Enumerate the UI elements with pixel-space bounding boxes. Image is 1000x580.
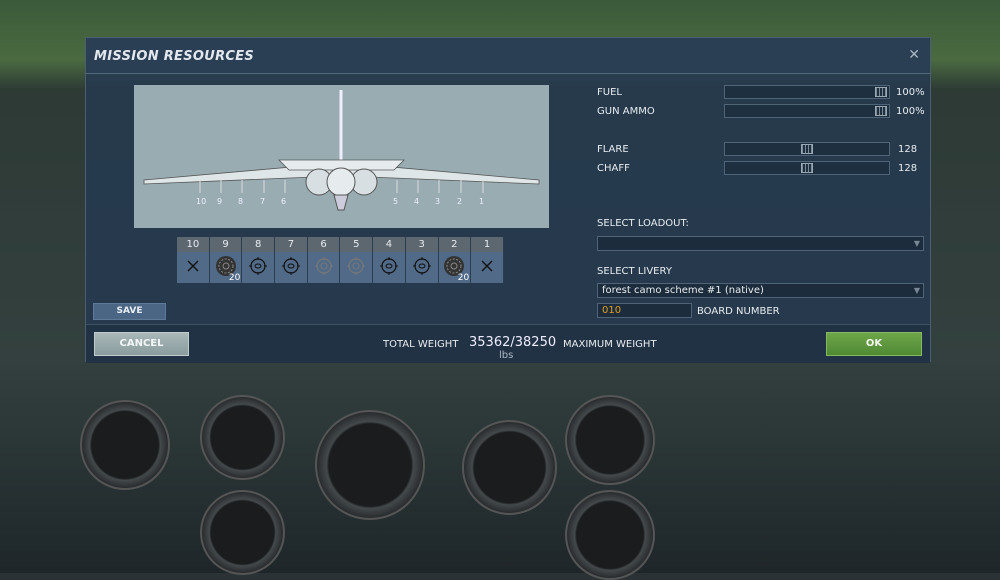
save-button[interactable]: SAVE (93, 303, 166, 320)
pylon-label: 5 (393, 197, 399, 206)
station-slot[interactable]: 20 (209, 252, 242, 283)
weight-readout: 35362/38250 (469, 335, 556, 350)
station-number: 9 (209, 237, 242, 252)
station-3[interactable]: 3 (405, 237, 439, 283)
station-number: 10 (177, 237, 209, 252)
station-quantity: 20 (457, 273, 470, 283)
pylon-label: 9 (217, 197, 223, 206)
pylon-label: 8 (238, 197, 244, 206)
flare-slider[interactable] (724, 142, 890, 156)
station-slot[interactable] (177, 252, 209, 283)
slider-thumb[interactable] (875, 106, 887, 116)
pylon-label: 3 (435, 197, 441, 206)
livery-select[interactable]: forest camo scheme #1 (native) ▼ (597, 283, 924, 298)
station-slot[interactable] (373, 252, 405, 283)
station-8[interactable]: 8 (242, 237, 276, 283)
select-loadout-label: SELECT LOADOUT: (597, 218, 689, 229)
gun-ammo-label: GUN AMMO (597, 106, 655, 117)
select-livery-label: SELECT LIVERY (597, 266, 672, 277)
board-number-input[interactable]: 010 (597, 303, 692, 318)
fuel-tank-icon (346, 256, 366, 280)
station-9[interactable]: 9 20 (209, 237, 243, 283)
station-number: 4 (373, 237, 405, 252)
livery-value: forest camo scheme #1 (native) (602, 285, 764, 296)
empty-pylon-icon (186, 258, 200, 277)
gauge (200, 395, 285, 480)
pylon-label: 7 (260, 197, 266, 206)
station-slot[interactable] (405, 252, 438, 283)
station-10[interactable]: 10 (177, 237, 210, 283)
bomb-icon (379, 256, 399, 280)
pylon-label: 4 (414, 197, 420, 206)
bomb-icon (281, 256, 301, 280)
fuel-tank-icon (314, 256, 334, 280)
max-weight-value: 38250 (514, 335, 557, 350)
slider-thumb[interactable] (875, 87, 887, 97)
chevron-down-icon: ▼ (913, 286, 920, 295)
close-icon[interactable]: ✕ (908, 47, 920, 63)
gun-ammo-slider[interactable] (724, 104, 890, 118)
flare-label: FLARE (597, 144, 629, 155)
bomb-icon (248, 256, 268, 280)
pylon-label: 6 (281, 197, 287, 206)
station-number: 5 (340, 237, 373, 252)
weight-unit: lbs (499, 350, 514, 361)
chaff-value: 128 (898, 163, 918, 174)
station-slot[interactable] (471, 252, 503, 283)
aircraft-front-silhouette (143, 90, 540, 211)
station-slot[interactable] (307, 252, 340, 283)
board-number-label: BOARD NUMBER (697, 306, 780, 317)
station-slot[interactable] (340, 252, 373, 283)
station-number: 1 (471, 237, 503, 252)
total-weight-label: TOTAL WEIGHT (383, 339, 459, 350)
loadout-select[interactable]: ▼ (597, 236, 924, 251)
gauge (565, 395, 655, 485)
gauge (462, 420, 557, 515)
slider-thumb[interactable] (801, 163, 813, 173)
pylon-label: 1 (479, 197, 485, 206)
pylon-label: 2 (457, 197, 463, 206)
gauge (200, 490, 285, 575)
flare-value: 128 (898, 144, 918, 155)
station-number: 3 (405, 237, 438, 252)
fuel-value: 100% (896, 87, 925, 98)
station-2[interactable]: 2 20 (438, 237, 472, 283)
chaff-label: CHAFF (597, 163, 630, 174)
empty-pylon-icon (480, 258, 494, 277)
station-4[interactable]: 4 (373, 237, 406, 283)
bomb-icon (412, 256, 432, 280)
dialog-title: MISSION RESOURCES (94, 49, 255, 64)
gauge (565, 490, 655, 580)
station-7[interactable]: 7 (275, 237, 308, 283)
fuel-slider[interactable] (724, 85, 890, 99)
aircraft-view: 10 9 8 7 6 5 4 3 2 1 (134, 85, 549, 228)
station-number: 8 (242, 237, 275, 252)
pylon-label: 10 (196, 197, 207, 206)
mission-resources-dialog: MISSION RESOURCES ✕ 10 9 8 7 6 5 4 3 2 1 10 9 20 8 7 6… (85, 37, 931, 363)
station-slot[interactable] (275, 252, 307, 283)
maximum-weight-label: MAXIMUM WEIGHT (563, 339, 657, 350)
station-6[interactable]: 6 (307, 237, 341, 283)
station-1[interactable]: 1 (471, 237, 504, 283)
station-number: 6 (307, 237, 340, 252)
dialog-footer: CANCEL TOTAL WEIGHT 35362/38250 lbs MAXI… (86, 324, 930, 363)
chevron-down-icon: ▼ (913, 239, 920, 248)
gun-ammo-value: 100% (896, 106, 925, 117)
total-weight-value: 35362 (469, 335, 511, 350)
weapon-stations: 10 9 20 8 7 6 5 4 3 2 20 1 (177, 237, 504, 283)
station-slot[interactable] (242, 252, 275, 283)
station-5[interactable]: 5 (340, 237, 374, 283)
station-number: 2 (438, 237, 471, 252)
fuel-label: FUEL (597, 87, 622, 98)
ok-button[interactable]: OK (826, 332, 922, 356)
dialog-header: MISSION RESOURCES ✕ (86, 38, 930, 74)
station-slot[interactable]: 20 (438, 252, 471, 283)
cancel-button[interactable]: CANCEL (94, 332, 189, 356)
gauge (315, 410, 425, 520)
station-quantity: 20 (228, 273, 241, 283)
slider-thumb[interactable] (801, 144, 813, 154)
gauge (80, 400, 170, 490)
chaff-slider[interactable] (724, 161, 890, 175)
station-number: 7 (275, 237, 307, 252)
